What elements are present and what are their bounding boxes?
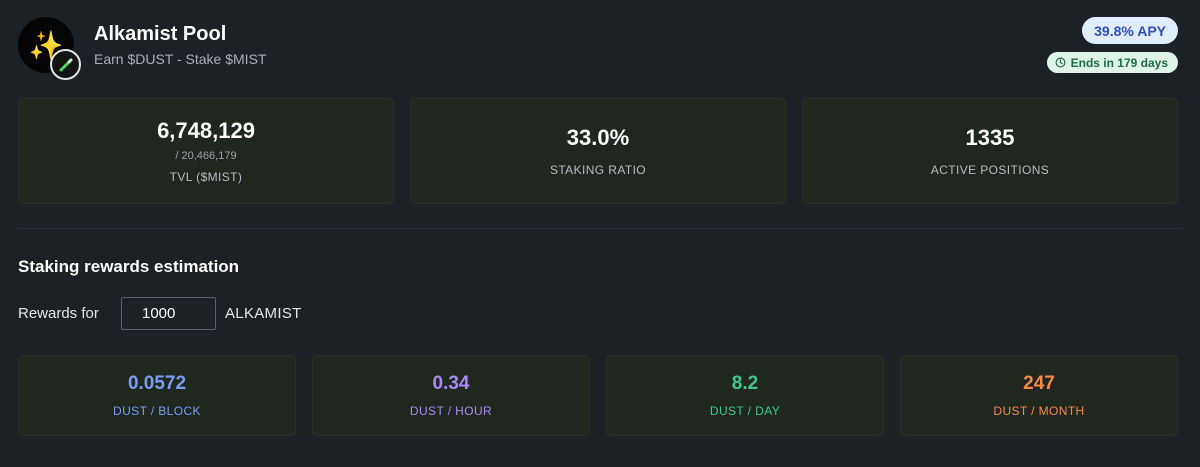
pool-title: Alkamist Pool xyxy=(94,23,227,45)
estimation-title: Staking rewards estimation xyxy=(18,257,240,276)
token-label: ALKAMIST xyxy=(225,305,302,322)
staking-ratio-card: 33.0% STAKING RATIO xyxy=(410,98,786,204)
pool-header: ✨ Alkamist Pool Earn $DUST - Stake $MIST… xyxy=(18,17,1182,83)
reward-unit: DUST / DAY xyxy=(709,404,781,418)
reward-unit: DUST / MONTH xyxy=(993,404,1085,418)
reward-value: 247 xyxy=(1023,373,1055,394)
tvl-card: 6,748,129 / 20,466,179 TVL ($MIST) xyxy=(18,98,394,204)
section-divider xyxy=(18,228,1182,229)
tvl-value: 6,748,129 xyxy=(157,118,255,143)
wand-icon xyxy=(50,49,81,80)
tvl-total: / 20,466,179 xyxy=(175,150,237,162)
reward-value: 0.0572 xyxy=(127,373,187,394)
tvl-label: TVL ($MIST) xyxy=(169,170,243,184)
pool-subtitle: Earn $DUST - Stake $MIST xyxy=(94,51,267,67)
reward-card-month: 247 DUST / MONTH xyxy=(900,355,1178,436)
ends-badge: Ends in 179 days xyxy=(1046,52,1178,73)
ends-label: Ends in 179 days xyxy=(1070,55,1168,70)
reward-unit: DUST / BLOCK xyxy=(113,404,201,418)
reward-value: 8.2 xyxy=(731,373,759,394)
reward-unit: DUST / HOUR xyxy=(409,404,493,418)
rewards-for-label: Rewards for xyxy=(18,305,99,322)
reward-card-day: 8.2 DUST / DAY xyxy=(606,355,884,436)
staking-ratio-value: 33.0% xyxy=(566,125,630,150)
stake-amount-input[interactable] xyxy=(121,297,216,330)
pool-page: ✨ Alkamist Pool Earn $DUST - Stake $MIST… xyxy=(0,0,1200,467)
reward-value: 0.34 xyxy=(432,373,470,394)
apy-badge: 39.8% APY xyxy=(1082,17,1178,44)
reward-card-hour: 0.34 DUST / HOUR xyxy=(312,355,590,436)
active-positions-label: ACTIVE POSITIONS xyxy=(930,163,1050,177)
staking-ratio-label: STAKING RATIO xyxy=(549,163,647,177)
active-positions-value: 1335 xyxy=(965,125,1015,150)
reward-card-block: 0.0572 DUST / BLOCK xyxy=(18,355,296,436)
active-positions-card: 1335 ACTIVE POSITIONS xyxy=(802,98,1178,204)
clock-icon xyxy=(1055,57,1066,68)
